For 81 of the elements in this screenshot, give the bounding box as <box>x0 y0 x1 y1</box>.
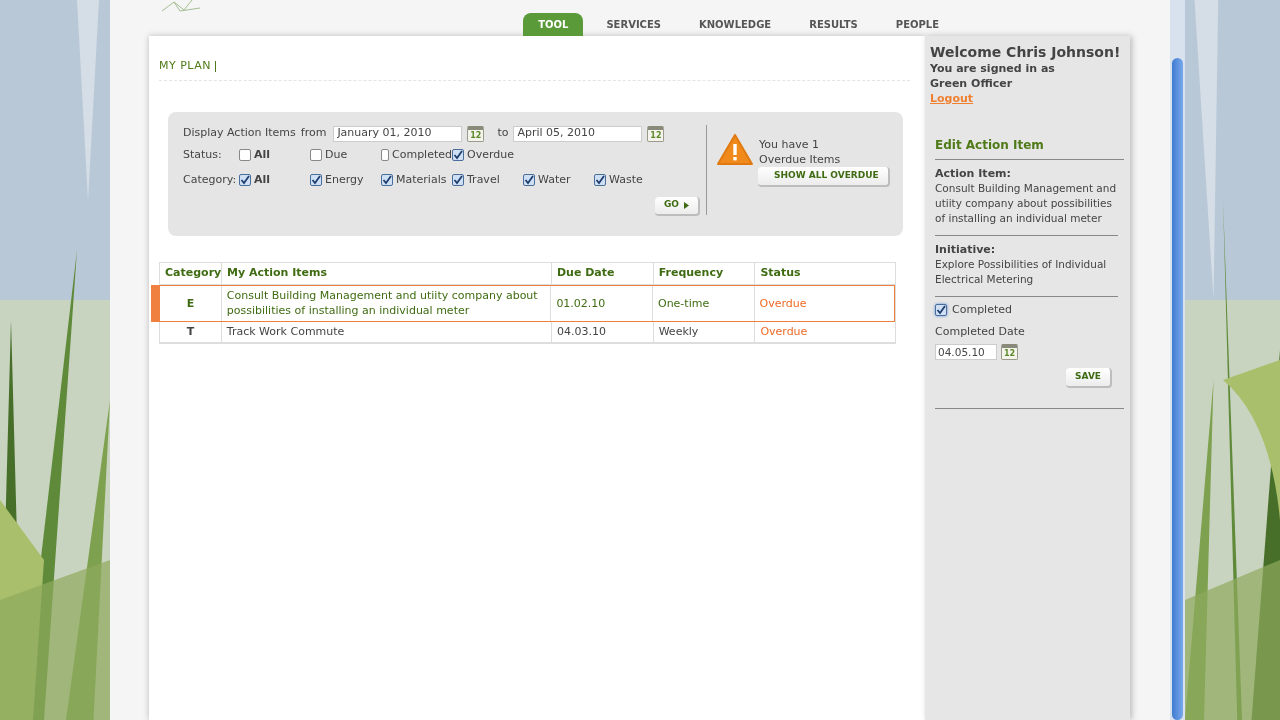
table-cell: Track Work Commute <box>220 321 551 342</box>
checkbox-label: All <box>254 171 271 188</box>
checkbox[interactable] <box>452 174 464 186</box>
filter-group-label: Status: <box>183 146 223 163</box>
table-cell-text: E <box>185 295 196 312</box>
from-label: from <box>300 125 327 142</box>
checkbox[interactable] <box>310 174 322 186</box>
filter-label: Display Action Items <box>183 125 296 142</box>
checkmark-icon <box>453 175 463 185</box>
table-cell: Consult Building Management and utiity company about possibilities of installing an individual meter <box>220 285 551 321</box>
initiative-text: Explore Possibilities of Individual Electrical Metering <box>935 256 1108 287</box>
scrollbar[interactable] <box>1170 0 1185 720</box>
nav-tab[interactable]: KNOWLEDGE <box>684 13 787 36</box>
signed-in-text: You are signed in as <box>930 61 1056 76</box>
nav-tab[interactable]: TOOL <box>523 13 584 36</box>
column-header: My Action Items <box>221 262 551 284</box>
section-title: Edit Action Item <box>935 135 1124 160</box>
checkbox[interactable] <box>381 149 389 161</box>
action-item-text: Consult Building Management and utiity company about possibilities of installing an individual meter <box>935 180 1118 226</box>
table-cell: 04.03.10 <box>550 321 653 342</box>
column-header: Frequency <box>652 262 755 284</box>
welcome-heading: Welcome Chris Johnson! <box>930 44 1122 61</box>
checkmark-icon <box>453 150 463 160</box>
nav-tab[interactable]: SERVICES <box>591 13 676 36</box>
checkbox-label: Completed <box>392 146 452 163</box>
checkmark-icon <box>240 175 250 185</box>
column-header: Category <box>164 264 221 281</box>
checkbox-label: Due <box>325 146 348 163</box>
checkmark-icon <box>936 304 946 315</box>
page-title: MY PLAN <box>159 58 211 74</box>
field-label: Action Item: <box>935 165 1012 181</box>
show-overdue-button[interactable]: SHOW ALL OVERDUE <box>758 166 890 187</box>
checkmark-icon <box>524 175 534 185</box>
checkbox[interactable] <box>381 174 393 186</box>
to-date-field[interactable]: April 05, 2010 <box>513 125 643 142</box>
checkbox-label: Overdue <box>467 146 514 163</box>
checkbox[interactable] <box>452 149 464 161</box>
to-label: to <box>497 125 509 142</box>
nav-tab[interactable]: PEOPLE <box>880 13 954 36</box>
table-cell: 01.02.10 <box>550 285 652 321</box>
checkbox[interactable] <box>239 149 251 161</box>
checkbox-label: Water <box>538 171 571 188</box>
table-cell: Overdue <box>753 285 894 321</box>
filter-group-label: Category: <box>183 171 238 188</box>
table-cell-text: T <box>185 324 196 340</box>
go-button[interactable]: GO <box>654 196 700 216</box>
calendar-icon[interactable]: 12 <box>647 125 665 142</box>
table-cell: Weekly <box>652 321 755 342</box>
role-text: Green Officer <box>930 76 1014 91</box>
alert-message: You have 1 Overdue Items <box>759 136 841 167</box>
checkbox-label: Materials <box>396 171 447 188</box>
from-date-field[interactable]: January 01, 2010 <box>333 125 463 142</box>
play-icon <box>684 201 689 209</box>
checkbox-label: All <box>254 146 271 163</box>
field-label: Completed Date <box>935 324 1026 340</box>
checkbox-label: Waste <box>609 171 643 188</box>
table-cell: Overdue <box>754 321 895 342</box>
checkbox-label: Travel <box>467 171 500 188</box>
column-header: Due Date <box>551 262 653 284</box>
table-row[interactable]: T Track Work Commute 04.03.10 Weekly Overdue <box>160 321 895 343</box>
completed-date-field[interactable]: 04.05.10 <box>935 343 997 360</box>
checkbox-label: Energy <box>325 171 364 188</box>
calendar-icon[interactable]: 12 <box>467 125 485 142</box>
checkmark-icon <box>595 175 605 185</box>
checkmark-icon <box>311 175 321 185</box>
column-header: Status <box>754 262 895 284</box>
logo-icon <box>160 0 202 12</box>
table-row[interactable]: E Consult Building Management and utiity company about possibilities of installing an individual meter 01.02.10 One-time Overdue <box>151 284 895 322</box>
checkbox[interactable] <box>310 149 322 161</box>
nav-tab[interactable]: RESULTS <box>794 13 873 36</box>
table-cell: One-time <box>651 285 754 321</box>
checkbox[interactable] <box>594 174 606 186</box>
calendar-icon[interactable]: 12 <box>1001 343 1018 360</box>
checkbox[interactable] <box>523 174 535 186</box>
warning-icon <box>717 133 753 166</box>
save-button[interactable]: SAVE <box>1066 367 1112 388</box>
checkbox[interactable] <box>935 303 947 316</box>
field-label: Initiative: <box>935 241 997 257</box>
checkbox[interactable] <box>239 174 251 186</box>
checkbox-label: Completed <box>952 301 1012 318</box>
checkmark-icon <box>382 175 392 185</box>
